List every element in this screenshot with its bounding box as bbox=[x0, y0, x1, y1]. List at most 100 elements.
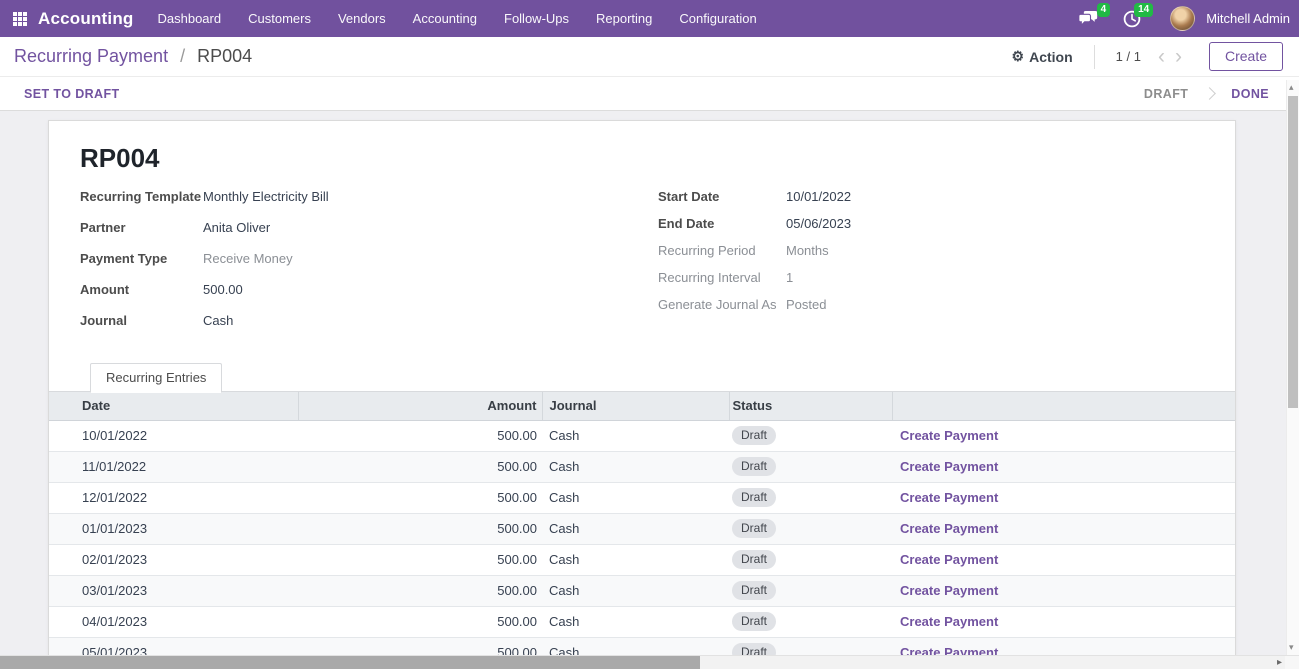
table-row[interactable]: 04/01/2023500.00CashDraftCreate Payment bbox=[49, 606, 1236, 637]
create-payment-link[interactable]: Create Payment bbox=[900, 428, 998, 443]
create-payment-link[interactable]: Create Payment bbox=[900, 583, 998, 598]
cell-amount: 500.00 bbox=[298, 637, 542, 655]
nav-menu-customers[interactable]: Customers bbox=[248, 11, 311, 26]
scroll-up-icon[interactable]: ▴ bbox=[1289, 83, 1294, 92]
status-step-draft[interactable]: DRAFT bbox=[1144, 87, 1188, 101]
cell-date: 02/01/2023 bbox=[49, 544, 298, 575]
field-amount: Amount500.00 bbox=[80, 282, 658, 297]
scroll-right-icon[interactable]: ▸ bbox=[1277, 657, 1282, 669]
field-value-amount[interactable]: 500.00 bbox=[203, 282, 243, 297]
field-value-generate-journal-as[interactable]: Posted bbox=[786, 297, 826, 312]
vertical-scrollbar-thumb[interactable] bbox=[1288, 96, 1298, 408]
field-value-start-date[interactable]: 10/01/2022 bbox=[786, 189, 851, 204]
status-badge: Draft bbox=[732, 488, 776, 507]
nav-menu-follow-ups[interactable]: Follow-Ups bbox=[504, 11, 569, 26]
cell-status: Draft bbox=[729, 451, 892, 482]
cell-status: Draft bbox=[729, 637, 892, 655]
status-badge: Draft bbox=[732, 519, 776, 538]
nav-menu-dashboard[interactable]: Dashboard bbox=[158, 11, 222, 26]
field-columns: Recurring TemplateMonthly Electricity Bi… bbox=[49, 189, 1235, 344]
cell-amount: 500.00 bbox=[298, 575, 542, 606]
table-row[interactable]: 05/01/2023500.00CashDraftCreate Payment bbox=[49, 637, 1236, 655]
column-header-amount[interactable]: Amount bbox=[298, 392, 542, 420]
table-row[interactable]: 12/01/2022500.00CashDraftCreate Payment bbox=[49, 482, 1236, 513]
pager-previous-icon[interactable]: ‹ bbox=[1158, 48, 1165, 66]
pager-next-icon[interactable]: › bbox=[1175, 48, 1182, 66]
status-badge: Draft bbox=[732, 581, 776, 600]
cell-date: 11/01/2022 bbox=[49, 451, 298, 482]
table-row[interactable]: 11/01/2022500.00CashDraft Create Payment bbox=[49, 451, 1236, 482]
status-step-done[interactable]: DONE bbox=[1231, 87, 1269, 101]
tab-recurring-entries[interactable]: Recurring Entries bbox=[90, 363, 222, 393]
column-header-action[interactable] bbox=[892, 392, 1236, 420]
status-badge: Draft bbox=[732, 612, 776, 631]
create-payment-link[interactable]: Create Payment bbox=[900, 490, 998, 505]
field-value-payment-type[interactable]: Receive Money bbox=[203, 251, 293, 266]
cell-journal: Cash bbox=[542, 637, 729, 655]
horizontal-scrollbar[interactable]: ▸ bbox=[0, 655, 1299, 669]
user-name[interactable]: Mitchell Admin bbox=[1206, 11, 1290, 26]
field-value-recurring-template[interactable]: Monthly Electricity Bill bbox=[203, 189, 329, 204]
field-value-end-date[interactable]: 05/06/2023 bbox=[786, 216, 851, 231]
action-menu-button[interactable]: ⚙ Action bbox=[1012, 48, 1073, 65]
table-row[interactable]: 03/01/2023500.00CashDraftCreate Payment bbox=[49, 575, 1236, 606]
horizontal-scrollbar-thumb[interactable] bbox=[0, 656, 700, 669]
pager-value: 1 / 1 bbox=[1116, 49, 1141, 64]
vertical-scrollbar[interactable]: ▴ ▾ bbox=[1286, 80, 1299, 655]
field-value-recurring-period[interactable]: Months bbox=[786, 243, 829, 258]
field-label-partner: Partner bbox=[80, 220, 203, 235]
field-label-recurring-interval: Recurring Interval bbox=[658, 270, 786, 285]
top-navbar: Accounting Dashboard Customers Vendors Acco… bbox=[0, 0, 1299, 37]
table-row[interactable]: 02/01/2023500.00CashDraftCreate Payment bbox=[49, 544, 1236, 575]
cell-status: Draft bbox=[729, 544, 892, 575]
nav-menu-reporting[interactable]: Reporting bbox=[596, 11, 652, 26]
create-button[interactable]: Create bbox=[1209, 42, 1283, 71]
create-payment-link[interactable]: Create Payment bbox=[900, 552, 998, 567]
app-name[interactable]: Accounting bbox=[38, 9, 134, 29]
table-header-row: DateAmountJournalStatus bbox=[49, 392, 1236, 420]
control-panel-divider bbox=[1094, 45, 1095, 69]
gear-icon: ⚙ bbox=[1012, 48, 1025, 65]
table-row[interactable]: 01/01/2023500.00CashDraftCreate Payment bbox=[49, 513, 1236, 544]
cell-amount: 500.00 bbox=[298, 482, 542, 513]
status-step-separator-icon bbox=[1203, 87, 1216, 100]
user-avatar[interactable] bbox=[1170, 6, 1195, 31]
field-label-start-date: Start Date bbox=[658, 189, 786, 204]
cell-journal: Cash bbox=[542, 451, 729, 482]
field-journal: JournalCash bbox=[80, 313, 658, 328]
field-value-journal[interactable]: Cash bbox=[203, 313, 233, 328]
create-payment-link[interactable]: Create Payment bbox=[900, 459, 998, 474]
cell-amount: 500.00 bbox=[298, 513, 542, 544]
breadcrumb-parent-link[interactable]: Recurring Payment bbox=[14, 46, 168, 66]
messages-button[interactable]: 4 bbox=[1078, 10, 1098, 27]
activities-button[interactable]: 14 bbox=[1123, 10, 1141, 28]
cell-date: 04/01/2023 bbox=[49, 606, 298, 637]
breadcrumb-current: RP004 bbox=[197, 46, 252, 66]
column-header-journal[interactable]: Journal bbox=[542, 392, 729, 420]
column-header-date[interactable]: Date bbox=[49, 392, 298, 420]
column-header-status[interactable]: Status bbox=[729, 392, 892, 420]
create-payment-link[interactable]: Create Payment bbox=[900, 614, 998, 629]
field-label-journal: Journal bbox=[80, 313, 203, 328]
apps-menu-icon[interactable] bbox=[13, 12, 27, 26]
field-value-partner[interactable]: Anita Oliver bbox=[203, 220, 270, 235]
cell-amount: 500.00 bbox=[298, 544, 542, 575]
set-to-draft-button[interactable]: SET TO DRAFT bbox=[24, 87, 120, 101]
cell-action: Create Payment bbox=[892, 420, 1236, 451]
field-label-recurring-template: Recurring Template bbox=[80, 189, 203, 204]
status-badge: Draft bbox=[732, 550, 776, 569]
create-payment-link[interactable]: Create Payment bbox=[900, 521, 998, 536]
create-payment-link[interactable]: Create Payment bbox=[900, 645, 998, 655]
nav-menu-accounting[interactable]: Accounting bbox=[413, 11, 477, 26]
notebook-tabs: Recurring Entries bbox=[49, 362, 1235, 392]
cell-status: Draft bbox=[729, 482, 892, 513]
status-badge: Draft bbox=[732, 426, 776, 445]
nav-menu-vendors[interactable]: Vendors bbox=[338, 11, 386, 26]
table-row[interactable]: 10/01/2022500.00CashDraftCreate Payment bbox=[49, 420, 1236, 451]
nav-menu-configuration[interactable]: Configuration bbox=[679, 11, 756, 26]
scroll-down-icon[interactable]: ▾ bbox=[1289, 643, 1294, 652]
field-value-recurring-interval[interactable]: 1 bbox=[786, 270, 793, 285]
cell-journal: Cash bbox=[542, 420, 729, 451]
record-title: RP004 bbox=[80, 143, 1235, 174]
cell-amount: 500.00 bbox=[298, 451, 542, 482]
